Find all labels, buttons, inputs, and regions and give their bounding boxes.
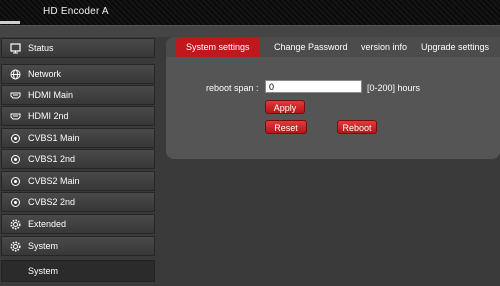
tab-change-password[interactable]: Change Password bbox=[274, 37, 348, 57]
sidebar-item-cvbs1-2nd[interactable]: CVBS1 2nd bbox=[1, 149, 155, 169]
reboot-button[interactable]: Reboot bbox=[337, 120, 377, 134]
sidebar: Status Network HDMI Main HDMI 2nd CVBS1 … bbox=[0, 37, 157, 286]
tab-version-info[interactable]: version info bbox=[361, 37, 407, 57]
sidebar-item-label: CVBS2 Main bbox=[28, 176, 80, 186]
gear-icon bbox=[8, 217, 22, 231]
app-title: HD Encoder A bbox=[43, 6, 109, 17]
cvbs-icon bbox=[8, 195, 22, 209]
sidebar-item-cvbs2-2nd[interactable]: CVBS2 2nd bbox=[1, 192, 155, 212]
tab-bar: System settings Change Password version … bbox=[166, 37, 500, 57]
reboot-span-label: reboot span : bbox=[206, 83, 259, 93]
header-separator bbox=[0, 25, 500, 37]
monitor-icon bbox=[8, 41, 22, 55]
globe-icon bbox=[8, 67, 22, 81]
reset-button[interactable]: Reset bbox=[265, 120, 307, 134]
sidebar-item-system[interactable]: System bbox=[1, 236, 155, 256]
sidebar-item-label: Status bbox=[28, 43, 54, 53]
sidebar-item-label: HDMI Main bbox=[28, 90, 74, 100]
sidebar-item-cvbs1-main[interactable]: CVBS1 Main bbox=[1, 128, 155, 148]
tab-system-settings[interactable]: System settings bbox=[176, 37, 260, 57]
sidebar-item-label: CVBS2 2nd bbox=[28, 197, 76, 207]
sidebar-item-label: Network bbox=[28, 69, 62, 79]
cvbs-icon bbox=[8, 152, 22, 166]
hdmi-icon bbox=[8, 88, 22, 102]
sidebar-item-cvbs2-main[interactable]: CVBS2 Main bbox=[1, 171, 155, 191]
sidebar-item-extended[interactable]: Extended bbox=[1, 214, 155, 234]
gear-icon bbox=[8, 239, 22, 253]
sidebar-item-network[interactable]: Network bbox=[1, 64, 155, 84]
cvbs-icon bbox=[8, 131, 22, 145]
sidebar-item-label: CVBS1 Main bbox=[28, 133, 80, 143]
tab-upgrade-settings[interactable]: Upgrade settings bbox=[421, 37, 489, 57]
main-panel: System settings Change Password version … bbox=[166, 37, 500, 159]
reboot-span-input[interactable] bbox=[265, 80, 362, 93]
sidebar-item-hdmi-2nd[interactable]: HDMI 2nd bbox=[1, 106, 155, 126]
sidebar-item-status[interactable]: Status bbox=[1, 38, 155, 58]
apply-button[interactable]: Apply bbox=[265, 100, 305, 114]
sidebar-item-hdmi-main[interactable]: HDMI Main bbox=[1, 85, 155, 105]
logo-bar bbox=[0, 21, 20, 24]
sidebar-subitem-system[interactable]: System bbox=[1, 260, 155, 282]
hdmi-icon bbox=[8, 109, 22, 123]
reboot-span-range: [0-200] hours bbox=[367, 83, 421, 93]
sidebar-item-label: CVBS1 2nd bbox=[28, 154, 76, 164]
sidebar-item-label: System bbox=[28, 241, 59, 251]
cvbs-icon bbox=[8, 174, 22, 188]
sidebar-item-label: Extended bbox=[28, 219, 67, 229]
app-header: HD Encoder A bbox=[0, 0, 500, 25]
sidebar-item-label: HDMI 2nd bbox=[28, 111, 69, 121]
